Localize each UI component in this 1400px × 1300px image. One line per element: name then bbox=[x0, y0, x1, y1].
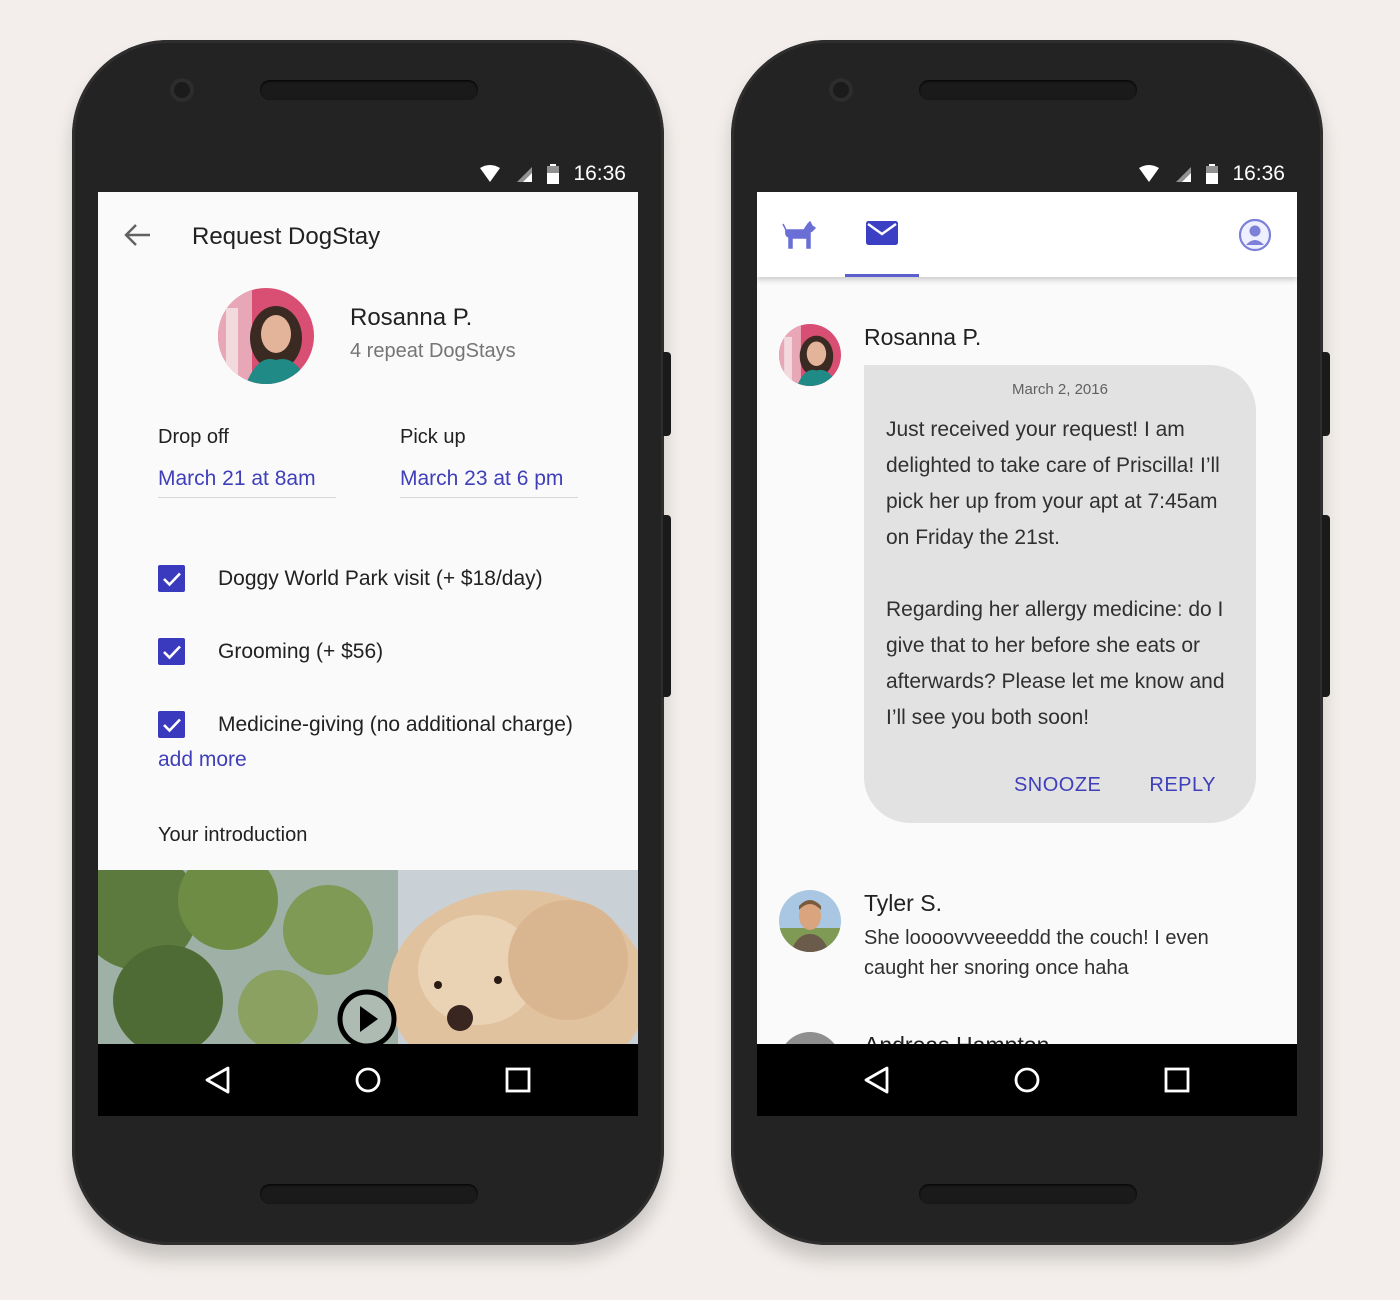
battery-icon bbox=[1206, 164, 1219, 184]
cell-signal-icon bbox=[1176, 167, 1192, 182]
tab-dogstays[interactable] bbox=[775, 192, 823, 277]
avatar bbox=[779, 890, 841, 952]
dog-icon bbox=[782, 220, 816, 249]
check-icon bbox=[162, 645, 181, 659]
introduction-video[interactable] bbox=[98, 870, 638, 1044]
check-icon bbox=[162, 718, 181, 732]
sender-name: Andreas Hampton bbox=[864, 1032, 1049, 1044]
messages-screen: 16:36 Rosanna P. March 2, 2016 Just rece… bbox=[757, 156, 1297, 1116]
add-more-link[interactable]: add more bbox=[158, 748, 247, 772]
battery-icon bbox=[547, 164, 560, 184]
wifi-icon bbox=[480, 165, 501, 182]
bottom-speaker bbox=[260, 1184, 478, 1204]
status-bar: 16:36 bbox=[757, 156, 1297, 192]
nav-home-icon[interactable] bbox=[353, 1065, 383, 1095]
app-bar: Request DogStay bbox=[98, 192, 638, 282]
sitter-name: Rosanna P. bbox=[350, 303, 473, 331]
back-arrow-icon[interactable] bbox=[124, 223, 184, 252]
drop-off-label: Drop off bbox=[158, 426, 229, 448]
sitter-profile[interactable]: Rosanna P. 4 repeat DogStays bbox=[218, 288, 516, 384]
option-label: Doggy World Park visit (+ $18/day) bbox=[218, 566, 543, 590]
nav-bar bbox=[98, 1044, 638, 1116]
pick-up-date[interactable]: March 23 at 6 pm bbox=[400, 467, 578, 498]
avatar bbox=[218, 288, 314, 384]
mail-icon bbox=[866, 221, 898, 245]
page-title: Request DogStay bbox=[192, 223, 381, 250]
checkbox-checked[interactable] bbox=[158, 638, 185, 665]
snooze-button[interactable]: SNOOZE bbox=[1014, 774, 1101, 797]
avatar bbox=[779, 324, 841, 386]
message-thread-rosanna[interactable]: Rosanna P. March 2, 2016 Just received y… bbox=[779, 324, 1256, 823]
status-time: 16:36 bbox=[573, 162, 626, 185]
introduction-label: Your introduction bbox=[158, 824, 308, 846]
nav-recents-icon[interactable] bbox=[1162, 1065, 1192, 1095]
power-button bbox=[663, 515, 671, 697]
check-icon bbox=[162, 572, 181, 586]
request-content: Request DogStay Rosanna P. 4 repeat DogS… bbox=[98, 192, 638, 1044]
message-date: March 2, 2016 bbox=[1012, 381, 1108, 398]
message-bubble: March 2, 2016 Just received your request… bbox=[864, 365, 1256, 823]
nav-back-icon[interactable] bbox=[862, 1065, 892, 1095]
option-grooming[interactable]: Grooming (+ $56) bbox=[158, 615, 573, 688]
message-actions: SNOOZE REPLY bbox=[886, 774, 1234, 797]
request-screen: 16:36 Request DogStay Rosanna P. 4 repea… bbox=[98, 156, 638, 1116]
phone-right: 16:36 Rosanna P. March 2, 2016 Just rece… bbox=[731, 40, 1330, 1245]
volume-button bbox=[663, 352, 671, 436]
profile-icon bbox=[1238, 218, 1272, 251]
status-time: 16:36 bbox=[1232, 162, 1285, 185]
avatar bbox=[779, 1032, 841, 1044]
pick-up-field: Pick up March 23 at 6 pm bbox=[400, 426, 638, 498]
message-thread-tyler[interactable]: Tyler S. She loooovvveeeddd the couch! I… bbox=[779, 890, 1224, 983]
options-list: Doggy World Park visit (+ $18/day) Groom… bbox=[158, 542, 573, 761]
cell-signal-icon bbox=[517, 167, 533, 182]
sender-name: Rosanna P. bbox=[864, 324, 982, 350]
status-bar: 16:36 bbox=[98, 156, 638, 192]
phone-left: 16:36 Request DogStay Rosanna P. 4 repea… bbox=[72, 40, 671, 1245]
pick-up-label: Pick up bbox=[400, 426, 466, 448]
nav-back-icon[interactable] bbox=[203, 1065, 233, 1095]
sitter-repeat-stays: 4 repeat DogStays bbox=[350, 339, 516, 362]
message-preview: She loooovvveeeddd the couch! I even cau… bbox=[864, 927, 1209, 979]
checkbox-checked[interactable] bbox=[158, 565, 185, 592]
earpiece-speaker bbox=[919, 80, 1137, 100]
front-camera bbox=[829, 78, 853, 102]
sender-name: Tyler S. bbox=[864, 890, 942, 916]
checkbox-checked[interactable] bbox=[158, 711, 185, 738]
dates-row: Drop off March 21 at 8am Pick up March 2… bbox=[158, 426, 638, 498]
nav-recents-icon[interactable] bbox=[503, 1065, 533, 1095]
power-button bbox=[1322, 515, 1330, 697]
option-label: Grooming (+ $56) bbox=[218, 639, 384, 663]
drop-off-field: Drop off March 21 at 8am bbox=[158, 426, 400, 498]
front-camera bbox=[170, 78, 194, 102]
message-thread-andreas[interactable]: Andreas Hampton bbox=[779, 1032, 1049, 1044]
nav-home-icon[interactable] bbox=[1012, 1065, 1042, 1095]
reply-button[interactable]: REPLY bbox=[1149, 774, 1216, 797]
bottom-speaker bbox=[919, 1184, 1137, 1204]
play-icon[interactable] bbox=[336, 988, 398, 1044]
tab-bar bbox=[757, 192, 1297, 277]
nav-bar bbox=[757, 1044, 1297, 1116]
earpiece-speaker bbox=[260, 80, 478, 100]
message-text: Just received your request! I am delight… bbox=[886, 418, 1225, 729]
tab-messages[interactable] bbox=[845, 192, 919, 277]
volume-button bbox=[1322, 352, 1330, 436]
option-park-visit[interactable]: Doggy World Park visit (+ $18/day) bbox=[158, 542, 573, 615]
messages-content: Rosanna P. March 2, 2016 Just received y… bbox=[757, 192, 1297, 1044]
option-label: Medicine-giving (no additional charge) bbox=[218, 712, 573, 736]
tab-profile[interactable] bbox=[1235, 192, 1275, 277]
wifi-icon bbox=[1139, 165, 1160, 182]
drop-off-date[interactable]: March 21 at 8am bbox=[158, 467, 336, 498]
